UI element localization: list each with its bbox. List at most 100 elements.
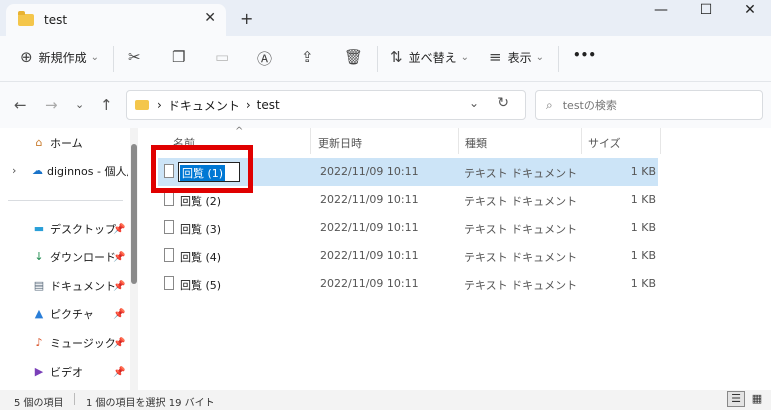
- file-name[interactable]: 回覧 (2): [180, 193, 221, 209]
- sidebar-item-label: ピクチャ: [50, 308, 94, 321]
- expand-chevron-icon[interactable]: ›: [12, 164, 16, 177]
- file-name[interactable]: 回覧 (3): [180, 221, 221, 237]
- highlight-box: [151, 145, 253, 193]
- tiles-view-button[interactable]: ▦: [748, 391, 766, 407]
- sidebar-item-onedrive[interactable]: ☁ diginnos - 個人用: [32, 158, 128, 184]
- folder-icon: [135, 100, 149, 110]
- view-icon: ≡: [489, 48, 502, 66]
- file-date: 2022/11/09 10:11: [320, 193, 419, 206]
- new-button[interactable]: ⊕ 新規作成 ⌄: [20, 48, 99, 66]
- file-size: 1 KB: [630, 165, 656, 178]
- file-type: テキスト ドキュメント: [464, 223, 578, 236]
- column-divider[interactable]: [458, 128, 459, 154]
- tab-test[interactable]: test ✕: [6, 4, 226, 36]
- home-icon: ⌂: [35, 136, 43, 149]
- file-type: テキスト ドキュメント: [464, 195, 578, 208]
- pin-icon: 📌: [113, 252, 126, 263]
- command-bar: ⊕ 新規作成 ⌄ ✂ ❐ ▭ Ⓐ ⇪ 🗑 ⇅ 並べ替え ⌄ ≡ 表示 ⌄ •••: [0, 36, 771, 82]
- column-divider[interactable]: [310, 128, 311, 154]
- text-file-icon: [164, 192, 174, 206]
- file-name[interactable]: 回覧 (5): [180, 277, 221, 293]
- video-icon: ▶: [34, 365, 44, 378]
- file-name[interactable]: 回覧 (4): [180, 249, 221, 265]
- plus-circle-icon: ⊕: [20, 48, 33, 66]
- breadcrumb-test[interactable]: test: [257, 98, 280, 112]
- download-icon: ↓: [34, 250, 44, 263]
- chevron-down-icon: ⌄: [535, 51, 544, 63]
- file-date: 2022/11/09 10:11: [320, 165, 419, 178]
- sort-ascending-icon: ^: [235, 126, 244, 137]
- sidebar-item-label: ホーム: [50, 137, 83, 150]
- column-divider[interactable]: [581, 128, 582, 154]
- file-type: テキスト ドキュメント: [464, 167, 578, 180]
- toolbar-divider: [377, 46, 378, 72]
- refresh-icon[interactable]: ↻: [497, 95, 509, 111]
- file-date: 2022/11/09 10:11: [320, 221, 419, 234]
- minimize-button[interactable]: —: [641, 2, 681, 18]
- sidebar-item-label: ミュージック: [50, 337, 116, 350]
- file-type: テキスト ドキュメント: [464, 279, 578, 292]
- forward-arrow-icon[interactable]: →: [45, 96, 58, 114]
- selection-info: 1 個の項目を選択 19 バイト: [86, 398, 215, 409]
- share-icon[interactable]: ⇪: [301, 48, 314, 66]
- recent-locations-icon[interactable]: ⌄: [75, 98, 84, 111]
- folder-icon: [18, 11, 34, 26]
- table-row[interactable]: 回覧 (5) 2022/11/09 10:11 テキスト ドキュメント 1 KB: [158, 270, 658, 298]
- column-header-modified[interactable]: 更新日時: [318, 135, 362, 151]
- sidebar-item-label: ビデオ: [50, 366, 83, 379]
- music-icon: ♪: [35, 336, 43, 349]
- address-bar[interactable]: › ドキュメント › test ⌄ ↻: [126, 90, 526, 120]
- rename-icon[interactable]: Ⓐ: [257, 48, 272, 69]
- details-view-button[interactable]: ☰: [727, 391, 745, 407]
- column-header-size[interactable]: サイズ: [588, 135, 621, 151]
- more-options-button[interactable]: •••: [573, 48, 596, 62]
- paste-icon[interactable]: ▭: [215, 48, 229, 66]
- pictures-icon: ▲: [34, 307, 44, 320]
- search-box[interactable]: ⌕: [535, 90, 763, 120]
- sort-button[interactable]: ⇅ 並べ替え ⌄: [390, 48, 469, 66]
- scrollbar-thumb[interactable]: [131, 144, 137, 284]
- search-input[interactable]: [562, 98, 743, 112]
- pin-icon: 📌: [113, 338, 126, 349]
- toolbar-divider: [558, 46, 559, 72]
- cut-icon[interactable]: ✂: [128, 48, 141, 66]
- pin-icon: 📌: [113, 367, 126, 378]
- sidebar-item-label: ダウンロード: [50, 251, 116, 264]
- table-row[interactable]: 回覧 (4) 2022/11/09 10:11 テキスト ドキュメント 1 KB: [158, 242, 658, 270]
- sidebar-item-label: diginnos - 個人用: [47, 165, 128, 178]
- sidebar-item-label: デスクトップ: [50, 223, 116, 236]
- delete-icon[interactable]: 🗑: [344, 48, 363, 66]
- sort-icon: ⇅: [390, 48, 403, 66]
- text-file-icon: [164, 220, 174, 234]
- file-size: 1 KB: [630, 221, 656, 234]
- file-size: 1 KB: [630, 277, 656, 290]
- new-button-label: 新規作成: [38, 50, 87, 65]
- navigation-pane: ⌂ ホーム › ☁ diginnos - 個人用 ▬ デスクトップ 📌 ↓ ダウ…: [0, 128, 138, 390]
- view-button-label: 表示: [507, 50, 532, 65]
- copy-icon[interactable]: ❐: [172, 48, 185, 66]
- sort-button-label: 並べ替え: [408, 50, 457, 65]
- new-tab-button[interactable]: +: [240, 9, 253, 28]
- address-row: ← → ⌄ ↑ › ドキュメント › test ⌄ ↻ ⌕: [0, 82, 771, 128]
- sidebar-scrollbar[interactable]: [130, 128, 138, 390]
- sidebar-divider: [8, 200, 123, 201]
- close-tab-icon[interactable]: ✕: [204, 10, 216, 26]
- up-arrow-icon[interactable]: ↑: [100, 96, 113, 114]
- breadcrumb-separator: ›: [245, 98, 251, 112]
- address-dropdown-icon[interactable]: ⌄: [469, 96, 479, 110]
- table-row[interactable]: 回覧 (3) 2022/11/09 10:11 テキスト ドキュメント 1 KB: [158, 214, 658, 242]
- breadcrumb-documents[interactable]: ドキュメント: [168, 97, 240, 114]
- file-type: テキスト ドキュメント: [464, 251, 578, 264]
- chevron-down-icon: ⌄: [90, 51, 99, 63]
- back-arrow-icon[interactable]: ←: [14, 96, 27, 114]
- document-icon: ▤: [33, 279, 45, 292]
- column-header-type[interactable]: 種類: [465, 135, 487, 151]
- search-icon: ⌕: [546, 97, 553, 112]
- column-divider[interactable]: [660, 128, 661, 154]
- pin-icon: 📌: [113, 224, 126, 235]
- item-count: 5 個の項目: [14, 398, 64, 409]
- close-window-button[interactable]: ✕: [730, 2, 770, 18]
- desktop-icon: ▬: [33, 222, 45, 235]
- view-button[interactable]: ≡ 表示 ⌄: [489, 48, 544, 66]
- maximize-button[interactable]: ☐: [686, 2, 726, 18]
